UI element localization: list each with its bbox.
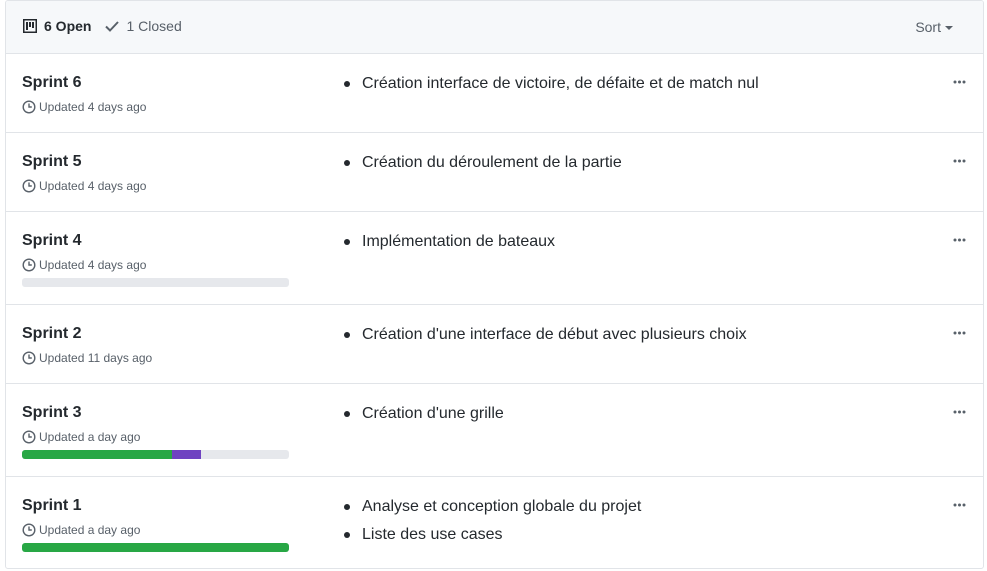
clock-icon <box>22 100 36 114</box>
check-icon <box>104 18 120 34</box>
kebab-menu-icon[interactable] <box>951 497 967 513</box>
milestone-row: Sprint 6 Updated 4 days ago Création inter… <box>6 54 983 133</box>
milestone-updated: Updated 11 days ago <box>22 351 152 365</box>
open-filter[interactable]: 6 Open <box>22 18 91 34</box>
milestone-title[interactable]: Sprint 2 <box>22 325 82 343</box>
updated-text: Updated 11 days ago <box>39 351 153 365</box>
milestone-title[interactable]: Sprint 4 <box>22 232 82 250</box>
clock-icon <box>22 523 36 537</box>
description-item: Création interface de victoire, de défai… <box>342 74 759 102</box>
kebab-menu-icon[interactable] <box>951 325 967 341</box>
description-item: Implémentation de bateaux <box>342 232 555 260</box>
milestone-description: Création d'une interface de début avec p… <box>342 325 747 353</box>
milestone-row: Sprint 3 Updated a day ago Création d'une … <box>6 384 983 477</box>
sort-dropdown[interactable]: Sort <box>915 19 953 35</box>
clock-icon <box>22 258 36 272</box>
updated-text: Updated 4 days ago <box>39 100 147 114</box>
milestone-progress-bar <box>22 278 289 287</box>
milestone-updated: Updated 4 days ago <box>22 258 146 272</box>
updated-text: Updated 4 days ago <box>39 258 147 272</box>
sort-label: Sort <box>915 19 941 35</box>
open-count: 6 Open <box>44 18 92 34</box>
state-filter: 6 Open 1 Closed <box>22 18 182 34</box>
chevron-down-icon <box>945 26 953 30</box>
milestone-updated: Updated 4 days ago <box>22 179 146 193</box>
milestone-title[interactable]: Sprint 3 <box>22 404 82 422</box>
milestone-updated: Updated 4 days ago <box>22 100 146 114</box>
milestone-description: Implémentation de bateaux <box>342 232 555 260</box>
milestone-updated: Updated a day ago <box>22 523 140 537</box>
milestone-description: Création du déroulement de la partie <box>342 153 622 181</box>
milestone-row: Sprint 2 Updated 11 days ago Création d'un… <box>6 305 983 384</box>
progress-done-segment <box>22 543 289 552</box>
milestone-title[interactable]: Sprint 5 <box>22 153 82 171</box>
kebab-menu-icon[interactable] <box>951 404 967 420</box>
milestone-list: Sprint 6 Updated 4 days ago Création inter… <box>6 54 983 568</box>
progress-in-progress-segment <box>171 450 201 459</box>
milestone-description: Analyse et conception globale du projet L… <box>342 497 641 553</box>
milestone-updated: Updated a day ago <box>22 430 140 444</box>
milestone-row: Sprint 4 Updated 4 days ago Implémentation… <box>6 212 983 305</box>
milestone-description: Création interface de victoire, de défai… <box>342 74 759 102</box>
clock-icon <box>22 430 36 444</box>
updated-text: Updated 4 days ago <box>39 179 147 193</box>
milestone-description: Création d'une grille <box>342 404 504 432</box>
milestones-box: 6 Open 1 Closed Sort Sprint 6 Updated 4 d… <box>5 0 984 569</box>
milestone-progress-bar <box>22 450 289 459</box>
closed-filter[interactable]: 1 Closed <box>104 18 182 34</box>
kebab-menu-icon[interactable] <box>951 153 967 169</box>
description-item: Création d'une interface de début avec p… <box>342 325 747 353</box>
milestones-header: 6 Open 1 Closed Sort <box>6 1 983 54</box>
clock-icon <box>22 351 36 365</box>
description-item: Liste des use cases <box>342 525 641 553</box>
closed-count: 1 Closed <box>126 18 182 34</box>
milestone-progress-bar <box>22 543 289 552</box>
description-item: Création du déroulement de la partie <box>342 153 622 181</box>
milestone-row: Sprint 1 Updated a day ago Analyse et conc… <box>6 477 983 568</box>
updated-text: Updated a day ago <box>39 523 141 537</box>
kebab-menu-icon[interactable] <box>951 74 967 90</box>
project-icon <box>22 18 38 34</box>
description-item: Analyse et conception globale du projet <box>342 497 641 525</box>
milestone-title[interactable]: Sprint 1 <box>22 497 82 515</box>
updated-text: Updated a day ago <box>39 430 141 444</box>
clock-icon <box>22 179 36 193</box>
progress-done-segment <box>22 450 172 459</box>
kebab-menu-icon[interactable] <box>951 232 967 248</box>
milestone-title[interactable]: Sprint 6 <box>22 74 82 92</box>
description-item: Création d'une grille <box>342 404 504 432</box>
milestone-row: Sprint 5 Updated 4 days ago Création du dé… <box>6 133 983 212</box>
